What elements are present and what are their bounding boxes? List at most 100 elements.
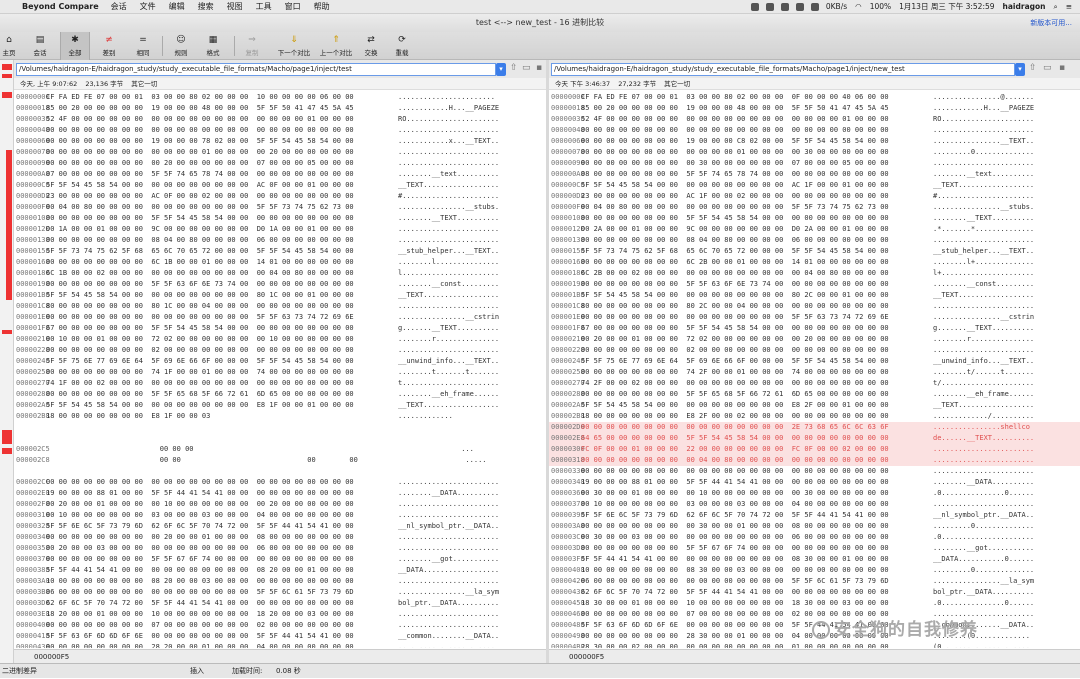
hex-row[interactable]: 00000228 00 00 00 00 00 00 00 00 02 00 00…: [14, 345, 546, 356]
show-all-button[interactable]: ✱ 全部: [60, 32, 90, 60]
menu-window[interactable]: 窗口: [285, 1, 301, 12]
hex-row[interactable]: 00000270 74 1F 00 00 02 00 00 00 00 00 00…: [14, 378, 546, 389]
hex-row[interactable]: 00000138 00 00 00 00 00 00 00 00 08 04 00…: [549, 235, 1080, 246]
hex-row[interactable]: 00000360 00 30 00 00 01 00 00 00 00 10 00…: [549, 488, 1080, 499]
hex-row[interactable]: 000002F8 00 20 00 00 01 00 00 00 00 10 00…: [14, 499, 546, 510]
hex-row[interactable]: 00000108 00 00 00 00 00 00 00 00 5F 5F 54…: [14, 213, 546, 224]
hex-row[interactable]: 00000330 00 00 00 00 00 00 00 00 00 00 00…: [549, 466, 1080, 477]
left-path-input[interactable]: /Volumes/haidragon-E/haidragon_study/stu…: [16, 63, 496, 76]
hex-row[interactable]: 000000A8 07 00 00 00 00 00 00 00 5F 5F 74…: [14, 169, 546, 180]
battery-percent[interactable]: 100%: [870, 2, 891, 11]
hex-row[interactable]: 00000288 00 00 00 00 00 00 00 00 5F 5F 65…: [14, 389, 546, 400]
tray-icon[interactable]: [780, 2, 789, 11]
hex-row[interactable]: 00000358 00 20 00 00 03 00 00 00 00 00 00…: [14, 543, 546, 554]
app-name-menu[interactable]: Beyond Compare: [22, 2, 99, 11]
hex-row[interactable]: 00000210 00 20 00 00 01 00 00 00 72 02 00…: [549, 334, 1080, 345]
hex-row[interactable]: 000003D8 00 00 00 00 00 00 00 00 5F 5F 67…: [549, 543, 1080, 554]
hex-row[interactable]: 00000438 62 6F 6C 5F 70 74 72 00 5F 5F 44…: [549, 587, 1080, 598]
clock[interactable]: 1月13日 周三 下午 3:52:59: [899, 1, 994, 12]
hex-row[interactable]: 000003B8 06 00 00 00 00 00 00 00 00 00 00…: [14, 587, 546, 598]
hex-row[interactable]: 00000240 5F 5F 75 6E 77 69 6E 64 5F 69 6E…: [14, 356, 546, 367]
hex-row[interactable]: 000002D0 00 00 00 00 00 00 00 00 00 00 00…: [549, 422, 1080, 433]
hex-row[interactable]: 00000310 00 10 00 00 00 00 00 00 03 00 00…: [14, 510, 546, 521]
hex-row[interactable]: 00000348 19 00 00 00 88 01 00 00 5F 5F 44…: [549, 477, 1080, 488]
right-filter-dropdown[interactable]: 其它一切: [664, 80, 690, 88]
hex-row[interactable]: 000002A0 5F 5F 54 45 58 54 00 00 00 00 00…: [549, 400, 1080, 411]
hex-row[interactable]: 000001E0 00 00 00 00 00 00 00 00 00 00 00…: [14, 312, 546, 323]
next-diff-button[interactable]: ⇓ 下一个对比: [272, 32, 316, 60]
tray-icon[interactable]: [765, 2, 774, 11]
left-path-dropdown[interactable]: ▾: [496, 63, 506, 76]
hex-row[interactable]: 00000270 74 2F 00 00 02 00 00 00 00 00 00…: [549, 378, 1080, 389]
hex-row[interactable]: 00000030 52 4F 00 00 00 00 00 00 00 00 00…: [549, 114, 1080, 125]
reload-button[interactable]: ⟳ 重载: [390, 32, 414, 60]
hex-row[interactable]: 000002C5 00 00 00 ...: [14, 444, 546, 455]
hex-row[interactable]: 00000180 6C 2B 00 00 02 00 00 00 00 00 00…: [549, 268, 1080, 279]
hex-row[interactable]: 00000150 5F 5F 73 74 75 62 5F 68 65 6C 70…: [14, 246, 546, 257]
hex-row[interactable]: 000004B0 28 30 00 00 02 00 00 00 00 00 00…: [549, 642, 1080, 648]
hex-row[interactable]: 00000030 52 4F 00 00 00 00 00 00 00 00 00…: [14, 114, 546, 125]
show-diffs-button[interactable]: ≠ 差别: [94, 32, 124, 60]
hex-row[interactable]: 00000228 00 00 00 00 00 00 00 00 02 00 00…: [549, 345, 1080, 356]
hex-row[interactable]: 000001B0 5F 5F 54 45 58 54 00 00 00 00 00…: [549, 290, 1080, 301]
hex-row[interactable]: 000000F0 00 04 00 80 00 00 00 00 00 00 00…: [14, 202, 546, 213]
hex-row[interactable]: 00000390 5F 5F 6E 6C 5F 73 79 6D 62 6F 6C…: [549, 510, 1080, 521]
hex-row[interactable]: 00000198 00 00 00 00 00 00 00 00 5F 5F 63…: [549, 279, 1080, 290]
hex-row[interactable]: 000003A0 10 00 00 00 00 00 00 00 08 20 00…: [14, 576, 546, 587]
left-save-icon[interactable]: ▪: [536, 63, 542, 73]
hex-row[interactable]: 000003A8 00 00 00 00 00 00 00 00 00 30 00…: [549, 521, 1080, 532]
hex-row[interactable]: 000001F8 67 00 00 00 00 00 00 00 5F 5F 54…: [549, 323, 1080, 334]
hex-row[interactable]: 00000370 00 00 00 00 00 00 00 00 5F 5F 67…: [14, 554, 546, 565]
hex-row[interactable]: 00000430 00 00 00 00 00 00 00 00 28 20 00…: [14, 642, 546, 648]
hex-row[interactable]: 000000C0 5F 5F 54 45 58 54 00 00 00 00 00…: [549, 180, 1080, 191]
hex-row[interactable]: 00000090 00 00 00 00 00 00 00 00 00 30 00…: [549, 158, 1080, 169]
hex-row[interactable]: 000001F8 67 00 00 00 00 00 00 00 5F 5F 54…: [14, 323, 546, 334]
hex-row[interactable]: 000003C0 00 30 00 00 03 00 00 00 00 00 00…: [549, 532, 1080, 543]
menu-session[interactable]: 会话: [111, 1, 127, 12]
menu-help[interactable]: 帮助: [314, 1, 330, 12]
hex-row[interactable]: 000000C0 5F 5F 54 45 58 54 00 00 00 00 00…: [14, 180, 546, 191]
hex-row[interactable]: 000001B0 5F 5F 54 45 58 54 00 00 00 00 00…: [14, 290, 546, 301]
hex-row[interactable]: 00000388 5F 5F 44 41 54 41 00 00 00 00 00…: [14, 565, 546, 576]
hex-row[interactable]: 000002B8 18 00 00 00 00 00 00 00 E8 2F 00…: [549, 411, 1080, 422]
diff-overview-thumbnail[interactable]: [0, 60, 14, 663]
hex-row[interactable]: 00000048 00 00 00 00 00 00 00 00 00 00 00…: [549, 125, 1080, 136]
copy-button[interactable]: ⇒ 复制: [238, 32, 266, 60]
hex-row[interactable]: [14, 433, 546, 444]
menu-view[interactable]: 视图: [227, 1, 243, 12]
search-icon[interactable]: ⌕: [1054, 2, 1058, 12]
hex-row[interactable]: 00000420 06 00 00 00 00 00 00 00 00 00 00…: [549, 576, 1080, 587]
hex-row[interactable]: 000002E0 19 00 00 00 88 01 00 00 5F 5F 44…: [14, 488, 546, 499]
hex-row[interactable]: 00000418 5F 5F 63 6F 6D 6D 6F 6E 00 00 00…: [14, 631, 546, 642]
hex-row[interactable]: 000001C8 80 00 00 00 00 00 00 00 80 2C 00…: [549, 301, 1080, 312]
session-button[interactable]: ▤ 会话: [26, 32, 54, 60]
hex-row[interactable]: 00000090 00 00 00 00 00 00 00 00 00 20 00…: [14, 158, 546, 169]
hex-row[interactable]: 00000300 FC 0F 00 00 01 00 00 00 22 00 00…: [549, 444, 1080, 455]
right-save-icon[interactable]: ▪: [1059, 63, 1065, 73]
hex-row[interactable]: 00000288 00 00 00 00 00 00 00 00 5F 5F 65…: [549, 389, 1080, 400]
hex-row[interactable]: 000001C8 80 00 00 00 00 00 00 00 80 1C 00…: [14, 301, 546, 312]
hex-row[interactable]: 00000120 D0 2A 00 00 01 00 00 00 9C 00 00…: [549, 224, 1080, 235]
hex-row[interactable]: 00000168 00 00 00 00 00 00 00 00 6C 1B 00…: [14, 257, 546, 268]
hex-row[interactable]: 00000240 5F 5F 75 6E 77 69 6E 64 5F 69 6E…: [549, 356, 1080, 367]
left-folder-icon[interactable]: ▭: [522, 63, 531, 73]
hex-row[interactable]: 000000F0 00 04 00 80 00 00 00 00 00 00 00…: [549, 202, 1080, 213]
left-up-icon[interactable]: ⇧: [510, 63, 518, 73]
hex-row[interactable]: 00000168 00 00 00 00 00 00 00 00 6C 2B 00…: [549, 257, 1080, 268]
left-hex-rows[interactable]: 00000000 CF FA ED FE 07 00 00 01 03 00 00…: [14, 92, 546, 648]
tray-icon[interactable]: [810, 2, 819, 11]
wifi-icon[interactable]: ◠: [855, 2, 862, 11]
hex-row[interactable]: 000003D0 62 6F 6C 5F 70 74 72 00 5F 5F 44…: [14, 598, 546, 609]
hex-row[interactable]: 00000210 00 10 00 00 01 00 00 00 72 02 00…: [14, 334, 546, 345]
tray-icon[interactable]: [795, 2, 804, 11]
hex-row[interactable]: [14, 422, 546, 433]
hex-row[interactable]: 00000120 D0 1A 00 00 01 00 00 00 9C 00 00…: [14, 224, 546, 235]
hex-row[interactable]: 000001E0 00 00 00 00 00 00 00 00 00 00 00…: [549, 312, 1080, 323]
hex-row[interactable]: 00000450 18 30 00 00 01 00 00 00 10 00 00…: [549, 598, 1080, 609]
hex-row[interactable]: 00000198 00 00 00 00 00 00 00 00 5F 5F 63…: [14, 279, 546, 290]
hex-row[interactable]: 00000258 00 00 00 00 00 00 00 00 74 1F 00…: [14, 367, 546, 378]
swap-button[interactable]: ⇄ 交换: [360, 32, 382, 60]
hex-row[interactable]: 00000400 00 00 00 00 00 00 00 00 07 00 00…: [14, 620, 546, 631]
hex-row[interactable]: 00000060 00 00 00 00 00 00 00 00 19 00 00…: [14, 136, 546, 147]
format-button[interactable]: ▦ 格式: [199, 32, 227, 60]
